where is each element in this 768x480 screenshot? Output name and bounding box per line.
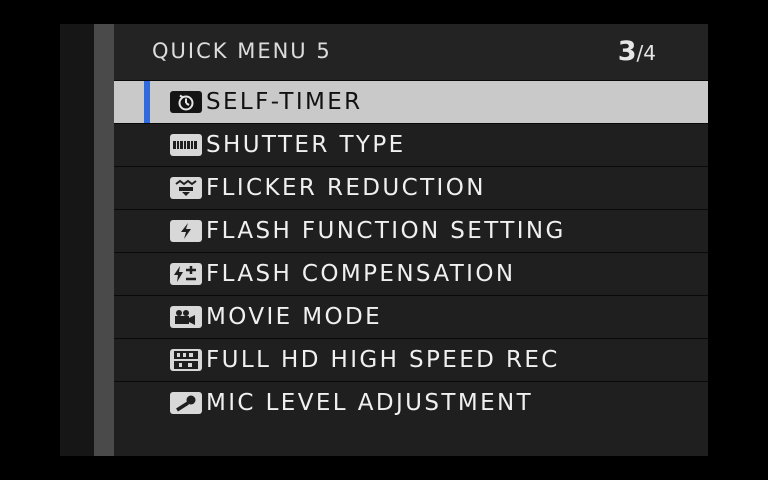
menu-item-self-timer[interactable]: SELF-TIMER <box>114 80 708 123</box>
flash-icon <box>170 220 202 242</box>
menu-item-flash-function-setting[interactable]: FLASH FUNCTION SETTING <box>114 209 708 252</box>
menu-item-shutter-type[interactable]: SHUTTER TYPE <box>114 123 708 166</box>
menu-item-label: FULL HD HIGH SPEED REC <box>206 347 560 373</box>
menu-item-label: SELF-TIMER <box>206 89 363 115</box>
menu-item-full-hd-high-speed-rec[interactable]: FULL HD HIGH SPEED REC <box>114 338 708 381</box>
selection-marker <box>144 81 150 123</box>
camera-menu-screen: QUICK MENU 5 3/4 SELF-TIMER SHUTTER TYPE… <box>60 24 708 456</box>
scroll-track <box>60 24 94 456</box>
movie-mode-icon <box>170 306 202 328</box>
page-total: 4 <box>643 41 656 65</box>
menu-item-label: FLICKER REDUCTION <box>206 175 486 201</box>
menu-item-label: FLASH FUNCTION SETTING <box>206 218 566 244</box>
menu-item-mic-level-adjustment[interactable]: MIC LEVEL ADJUSTMENT <box>114 381 708 424</box>
flicker-reduction-icon <box>170 177 202 199</box>
menu-header: QUICK MENU 5 3/4 <box>114 24 708 80</box>
self-timer-icon <box>170 91 202 113</box>
menu-title: QUICK MENU 5 <box>152 39 332 63</box>
page-current: 3 <box>617 36 637 67</box>
menu-list: SELF-TIMER SHUTTER TYPE FLICKER REDUCTIO… <box>114 80 708 424</box>
quick-menu-panel: QUICK MENU 5 3/4 SELF-TIMER SHUTTER TYPE… <box>114 24 708 456</box>
scroll-thumb[interactable] <box>94 24 114 456</box>
menu-item-flicker-reduction[interactable]: FLICKER REDUCTION <box>114 166 708 209</box>
fhd-hs-icon <box>170 349 202 371</box>
menu-item-movie-mode[interactable]: MOVIE MODE <box>114 295 708 338</box>
menu-item-label: FLASH COMPENSATION <box>206 261 516 287</box>
shutter-type-icon <box>170 134 202 156</box>
menu-item-label: SHUTTER TYPE <box>206 132 406 158</box>
menu-item-label: MOVIE MODE <box>206 304 383 330</box>
menu-item-flash-compensation[interactable]: FLASH COMPENSATION <box>114 252 708 295</box>
flash-compensation-icon <box>170 263 202 285</box>
microphone-icon <box>170 392 202 414</box>
page-indicator: 3/4 <box>618 36 656 67</box>
menu-item-label: MIC LEVEL ADJUSTMENT <box>206 390 534 416</box>
